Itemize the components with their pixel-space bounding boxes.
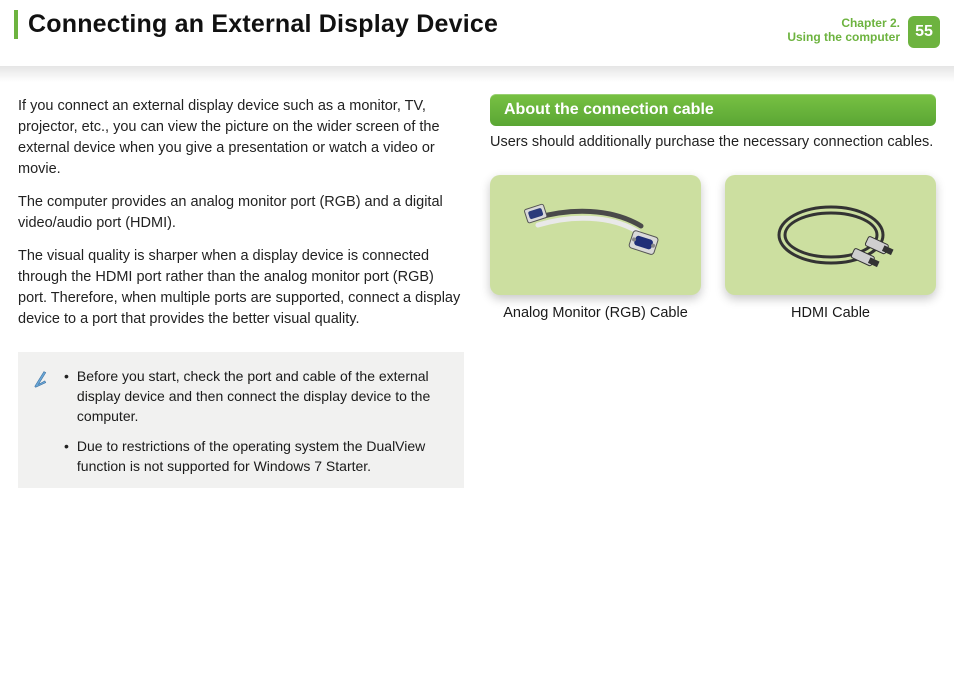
hdmi-cable-icon: [751, 190, 911, 280]
cable-cards-row: Analog Monitor (RGB) Cable: [490, 175, 936, 321]
intro-paragraph-1: If you connect an external display devic…: [18, 96, 464, 180]
header-shadow: [0, 66, 954, 82]
chapter-line-1: Chapter 2.: [787, 16, 900, 30]
page-number-badge: 55: [908, 16, 940, 48]
rgb-cable-card-col: Analog Monitor (RGB) Cable: [490, 175, 701, 321]
note-item-1: • Before you start, check the port and c…: [64, 366, 450, 426]
chapter-line-2: Using the computer: [787, 30, 900, 44]
hdmi-cable-label: HDMI Cable: [725, 305, 936, 321]
right-column: About the connection cable Users should …: [490, 96, 936, 488]
note-text-1: Before you start, check the port and cab…: [77, 366, 450, 426]
left-column: If you connect an external display devic…: [18, 96, 464, 488]
bullet-icon: •: [64, 366, 69, 426]
note-list: • Before you start, check the port and c…: [64, 366, 450, 476]
note-box: • Before you start, check the port and c…: [18, 352, 464, 488]
note-item-2: • Due to restrictions of the operating s…: [64, 436, 450, 476]
page-header: Connecting an External Display Device Ch…: [0, 10, 954, 74]
rgb-cable-label: Analog Monitor (RGB) Cable: [490, 305, 701, 321]
intro-paragraph-3: The visual quality is sharper when a dis…: [18, 246, 464, 330]
page-title: Connecting an External Display Device: [28, 10, 498, 38]
bullet-icon: •: [64, 436, 69, 476]
section-title: About the connection cable: [504, 101, 714, 118]
hdmi-cable-card: [725, 175, 936, 295]
section-body-text: Users should additionally purchase the n…: [490, 132, 936, 153]
page-number: 55: [915, 23, 933, 41]
intro-paragraph-2: The computer provides an analog monitor …: [18, 192, 464, 234]
note-text-2: Due to restrictions of the operating sys…: [77, 436, 450, 476]
rgb-cable-icon: [516, 190, 676, 280]
chapter-label: Chapter 2. Using the computer: [787, 16, 900, 44]
hdmi-cable-card-col: HDMI Cable: [725, 175, 936, 321]
note-icon: [32, 366, 54, 476]
section-header: About the connection cable: [490, 94, 936, 126]
rgb-cable-card: [490, 175, 701, 295]
